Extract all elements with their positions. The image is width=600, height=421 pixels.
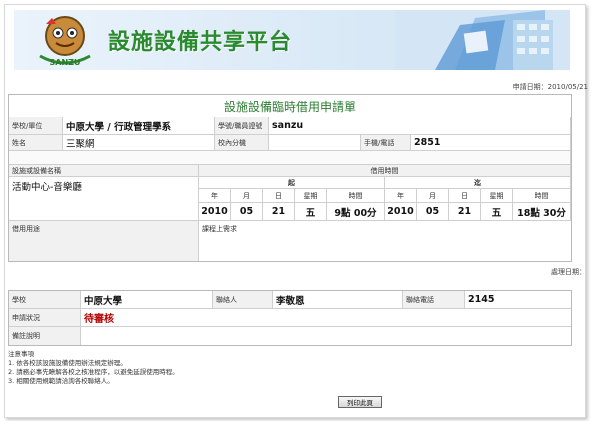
- contact-phone-label: 聯絡電話: [403, 291, 465, 309]
- review-date: 處理日期：: [551, 268, 586, 276]
- contact-phone-value: 2145: [465, 291, 571, 309]
- header-banner: SANZU 設施設備共享平台: [14, 10, 570, 70]
- note-item: 1. 依各校該設施設備使用辦法規定辦理。: [8, 359, 127, 367]
- start-label: 起: [199, 177, 385, 189]
- start-month-value: 05: [231, 203, 263, 221]
- form-title: 設施設備臨時借用申請單: [9, 95, 571, 118]
- purpose-value: 課程上需求: [202, 225, 237, 233]
- status-label: 申請狀況: [9, 309, 81, 327]
- platform-title: 設施設備共享平台: [108, 30, 293, 55]
- school-label: 學校/單位: [9, 117, 63, 135]
- notes-section: 注意事項 1. 依各校該設施設備使用辦法規定辦理。 2. 請務必事先瞭解各校之核…: [8, 350, 179, 386]
- student-id-value: sanzu: [269, 117, 571, 135]
- apply-date: 申請日期：2010/05/21: [512, 83, 588, 91]
- end-day-value: 21: [449, 203, 481, 221]
- start-weekday-value: 五: [295, 203, 327, 221]
- sanzu-logo: SANZU: [39, 16, 91, 67]
- end-weekday-header: 星期: [481, 189, 513, 203]
- start-year-header: 年: [199, 189, 231, 203]
- name-label: 姓名: [9, 135, 63, 151]
- approval-table: 學校 中原大學 聯絡人 李敬恩 聯絡電話 2145 申請狀況 待審核 備註說明: [8, 290, 572, 346]
- start-time-header: 時間: [327, 189, 385, 203]
- start-weekday-header: 星期: [295, 189, 327, 203]
- extension-value: [269, 135, 361, 151]
- notes-title: 注意事項: [8, 350, 34, 358]
- facility-name-label: 設施或設備名稱: [9, 165, 199, 177]
- note-item: 2. 請務必事先瞭解各校之核准程序，以避免延誤使用時程。: [8, 368, 179, 376]
- status-badge: 待審核: [81, 309, 571, 327]
- print-button[interactable]: 列印此頁: [338, 396, 382, 408]
- start-day-value: 21: [263, 203, 295, 221]
- approval-school-label: 學校: [9, 291, 81, 309]
- extension-label: 校內分機: [215, 135, 269, 151]
- approval-school-value: 中原大學: [81, 291, 213, 309]
- end-month-value: 05: [417, 203, 449, 221]
- end-month-header: 月: [417, 189, 449, 203]
- remarks-label: 備註說明: [9, 327, 81, 345]
- note-item: 3. 相關使用規範請洽詢各校聯絡人。: [8, 377, 114, 385]
- spacer-band: [9, 151, 571, 165]
- contact-label: 聯絡人: [213, 291, 273, 309]
- logo-text: SANZU: [50, 58, 81, 67]
- borrow-time-label: 借用時間: [199, 165, 571, 177]
- end-year-value: 2010: [385, 203, 417, 221]
- start-day-header: 日: [263, 189, 295, 203]
- end-time-value: 18點 30分: [513, 203, 571, 221]
- end-label: 迄: [385, 177, 571, 189]
- purpose-label: 借用用途: [9, 221, 199, 261]
- application-form: 設施設備臨時借用申請單 學校/單位 中原大學 / 行政管理學系 學號/職員證號 …: [8, 94, 572, 262]
- end-time-header: 時間: [513, 189, 571, 203]
- start-year-value: 2010: [199, 203, 231, 221]
- end-day-header: 日: [449, 189, 481, 203]
- building-illustration: [395, 10, 570, 70]
- end-weekday-value: 五: [481, 203, 513, 221]
- contact-value: 李敬恩: [273, 291, 403, 309]
- school-value: 中原大學 / 行政管理學系: [63, 117, 215, 135]
- start-time-value: 9點 00分: [327, 203, 385, 221]
- start-month-header: 月: [231, 189, 263, 203]
- phone-value: 2851: [411, 135, 571, 151]
- phone-label: 手機/電話: [361, 135, 411, 151]
- remarks-value: [81, 327, 571, 345]
- student-id-label: 學號/職員證號: [215, 117, 269, 135]
- name-value: 三聚網: [63, 135, 215, 151]
- facility-name-value: 活動中心-音樂廳: [9, 177, 199, 221]
- end-year-header: 年: [385, 189, 417, 203]
